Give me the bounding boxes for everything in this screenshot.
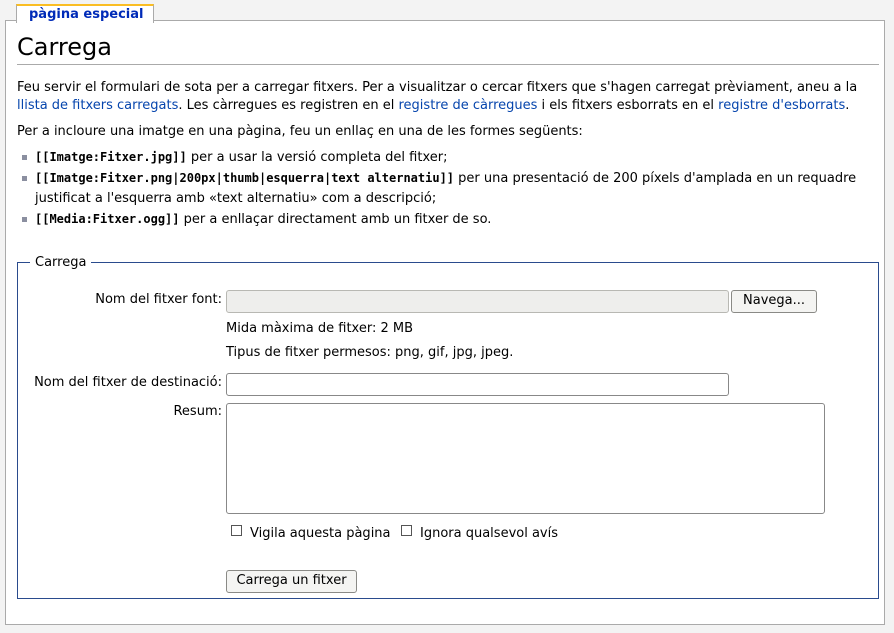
intro-text-2: . Les càrregues es registren en el: [178, 98, 399, 113]
page-title: Carrega: [17, 33, 879, 65]
link-uploaded-files-list[interactable]: llista de fitxers carregats: [17, 98, 178, 113]
example-code: [[Imatge:Fitxer.png|200px|thumb|esquerra…: [35, 171, 455, 185]
link-deletion-log[interactable]: registre d'esborrats: [718, 98, 845, 113]
watch-page-label[interactable]: Vigila aquesta pàgina: [250, 526, 391, 541]
max-size-note: Mida màxima de fitxer: 2 MB: [226, 321, 414, 336]
intro-text-4: .: [845, 98, 850, 113]
bullet-icon: [22, 217, 27, 222]
link-upload-log[interactable]: registre de càrregues: [399, 98, 538, 113]
destination-file-input[interactable]: [226, 373, 729, 396]
allowed-types-note: Tipus de fitxer permesos: png, gif, jpg,…: [226, 345, 514, 360]
example-text: per a usar la versió completa del fitxer…: [186, 150, 448, 165]
intro-paragraph-2: Per a incloure una imatge en una pàgina,…: [17, 124, 583, 139]
example-code: [[Media:Fitxer.ogg]]: [35, 212, 180, 226]
upload-submit-button[interactable]: Carrega un fitxer: [226, 570, 357, 593]
intro-text-3: i els fitxers esborrats en el: [537, 98, 719, 113]
summary-textarea[interactable]: [226, 403, 825, 514]
bullet-icon: [22, 176, 27, 181]
intro-paragraph: Feu servir el formulari de sota per a ca…: [17, 79, 879, 115]
intro-text-1: Feu servir el formulari de sota per a ca…: [17, 80, 858, 95]
tab-special-page[interactable]: pàgina especial: [16, 4, 155, 23]
bullet-icon: [22, 155, 27, 160]
list-item: [[Imatge:Fitxer.jpg]] per a usar la vers…: [20, 147, 870, 168]
list-item: [[Imatge:Fitxer.png|200px|thumb|esquerra…: [20, 168, 870, 209]
upload-legend: Carrega: [35, 255, 87, 270]
source-file-label: Nom del fitxer font:: [95, 292, 222, 307]
content-area: Carrega Feu servir el formulari de sota …: [5, 20, 885, 625]
summary-label: Resum:: [173, 404, 222, 419]
ignore-warnings-label[interactable]: Ignora qualsevol avís: [420, 526, 558, 541]
example-code: [[Imatge:Fitxer.jpg]]: [35, 150, 187, 164]
source-file-input[interactable]: [226, 290, 729, 313]
syntax-examples-list: [[Imatge:Fitxer.jpg]] per a usar la vers…: [20, 147, 870, 230]
upload-fieldset: Carrega Nom del fitxer font: Navega... M…: [17, 255, 879, 599]
watch-page-checkbox[interactable]: [231, 525, 242, 536]
ignore-warnings-checkbox[interactable]: [401, 525, 412, 536]
browse-button[interactable]: Navega...: [731, 290, 817, 313]
destination-file-label: Nom del fitxer de destinació:: [34, 375, 222, 390]
example-text: per a enllaçar directament amb un fitxer…: [179, 212, 492, 227]
list-item: [[Media:Fitxer.ogg]] per a enllaçar dire…: [20, 209, 870, 230]
